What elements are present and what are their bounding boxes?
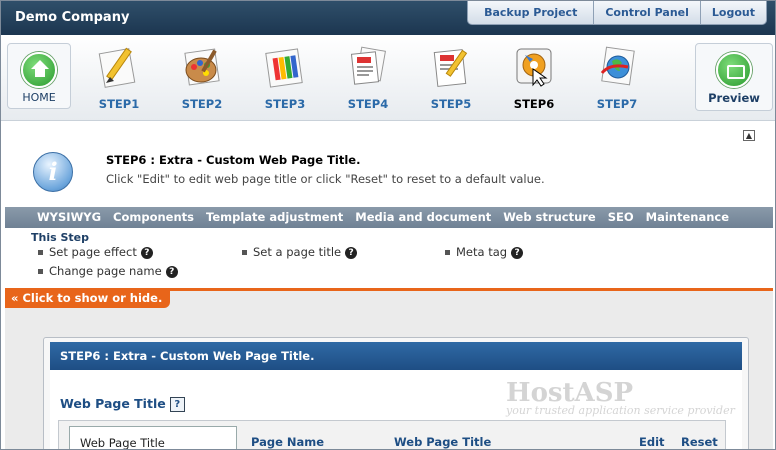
globe-arrow-icon xyxy=(594,43,640,89)
menu-web-structure[interactable]: Web structure xyxy=(497,207,601,228)
paint-palette-icon xyxy=(179,43,225,89)
control-panel-link[interactable]: Control Panel xyxy=(593,1,701,25)
app-window: Demo Company Backup Project Control Pane… xyxy=(0,0,776,450)
task-label: Meta tag xyxy=(456,245,508,259)
step4-label: STEP4 xyxy=(347,97,389,111)
pencil-paper-icon xyxy=(96,43,142,89)
menu-maintenance[interactable]: Maintenance xyxy=(640,207,735,228)
step1-button[interactable]: STEP1 xyxy=(81,41,157,111)
custom-title-panel: STEP6 : Extra - Custom Web Page Title. W… xyxy=(43,337,749,449)
task-set-page-title[interactable]: Set a page title? xyxy=(242,245,358,259)
panel-body: Web Page Title? HostASP your trusted app… xyxy=(50,370,742,449)
bullet-icon xyxy=(445,250,450,255)
task-label: Set page effect xyxy=(49,245,137,259)
logout-link[interactable]: Logout xyxy=(699,1,767,25)
step1-label: STEP1 xyxy=(98,97,140,111)
step-description: Click "Edit" to edit web page title or c… xyxy=(106,172,545,186)
step5-label: STEP5 xyxy=(430,97,472,111)
help-icon[interactable]: ? xyxy=(511,246,524,259)
help-icon[interactable]: ? xyxy=(140,246,153,259)
backup-project-link[interactable]: Backup Project xyxy=(467,1,595,25)
preview-button[interactable]: Preview xyxy=(695,43,773,111)
this-step-panel: This Step Set page effect? Set a page ti… xyxy=(5,228,773,288)
top-links: Backup Project Control Panel Logout xyxy=(467,1,767,25)
column-edit: Edit xyxy=(639,435,665,449)
title-table: Web Page Title Page Name Web Page Title … xyxy=(58,420,726,449)
step2-button[interactable]: STEP2 xyxy=(164,41,240,111)
puzzle-gear-icon xyxy=(511,43,557,89)
task-set-page-effect[interactable]: Set page effect? xyxy=(38,245,153,259)
watermark-tagline: your trusted application service provide… xyxy=(506,404,735,417)
task-label: Set a page title xyxy=(253,245,342,259)
task-label: Change page name xyxy=(49,264,162,278)
bullet-icon xyxy=(38,250,43,255)
step-navigation: HOME STEP1 STEP2 STEP3 STEP4 STEP5 STEP6… xyxy=(1,35,775,121)
home-label: HOME xyxy=(22,91,56,104)
step7-label: STEP7 xyxy=(596,97,638,111)
bullet-icon xyxy=(38,269,43,274)
this-step-title: This Step xyxy=(31,231,89,244)
home-icon xyxy=(21,52,57,88)
web-page-title-item[interactable]: Web Page Title xyxy=(69,426,237,449)
document-edit-icon xyxy=(428,43,474,89)
step-info: ▲ i STEP6 : Extra - Custom Web Page Titl… xyxy=(5,122,773,206)
step6-label: STEP6 xyxy=(513,97,555,111)
chevron-up-icon: « xyxy=(11,291,19,305)
step-title: STEP6 : Extra - Custom Web Page Title. xyxy=(106,153,361,167)
panel-header: STEP6 : Extra - Custom Web Page Title. xyxy=(50,342,742,370)
menu-media-and-document[interactable]: Media and document xyxy=(349,207,497,228)
menu-template-adjustment[interactable]: Template adjustment xyxy=(200,207,349,228)
help-icon[interactable]: ? xyxy=(345,246,358,259)
task-change-page-name[interactable]: Change page name? xyxy=(38,264,178,278)
menu-components[interactable]: Components xyxy=(107,207,200,228)
menu-wysiwyg[interactable]: WYSIWYG xyxy=(31,207,107,228)
info-icon: i xyxy=(33,152,73,192)
step3-button[interactable]: STEP3 xyxy=(247,41,323,111)
steps: STEP1 STEP2 STEP3 STEP4 STEP5 STEP6 STEP… xyxy=(81,41,671,119)
documents-icon xyxy=(345,43,391,89)
menu-seo[interactable]: SEO xyxy=(602,207,640,228)
step4-button[interactable]: STEP4 xyxy=(330,41,406,111)
task-meta-tag[interactable]: Meta tag? xyxy=(445,245,524,259)
content-area: STEP6 : Extra - Custom Web Page Title. W… xyxy=(5,291,773,449)
step7-button[interactable]: STEP7 xyxy=(579,41,655,111)
section-title-text: Web Page Title xyxy=(60,396,166,411)
bullet-icon xyxy=(242,250,247,255)
company-name: Demo Company xyxy=(15,10,130,25)
column-web-page-title: Web Page Title xyxy=(394,435,492,449)
step5-button[interactable]: STEP5 xyxy=(413,41,489,111)
help-icon[interactable]: ? xyxy=(169,397,185,412)
color-swatches-icon xyxy=(262,43,308,89)
show-hide-toggle[interactable]: « Click to show or hide. xyxy=(5,289,171,308)
column-reset: Reset xyxy=(681,435,718,449)
help-icon[interactable]: ? xyxy=(165,265,178,278)
step3-label: STEP3 xyxy=(264,97,306,111)
step6-button[interactable]: STEP6 xyxy=(496,41,572,111)
preview-label: Preview xyxy=(708,91,760,105)
toggle-label: Click to show or hide. xyxy=(22,291,163,305)
column-page-name: Page Name xyxy=(251,435,325,449)
collapse-icon[interactable]: ▲ xyxy=(743,130,755,141)
section-title: Web Page Title? xyxy=(60,396,185,412)
step2-label: STEP2 xyxy=(181,97,223,111)
top-bar: Demo Company Backup Project Control Pane… xyxy=(1,1,775,35)
home-button[interactable]: HOME xyxy=(7,43,71,109)
main-menu: WYSIWYG Components Template adjustment M… xyxy=(5,207,773,228)
hostasp-watermark: HostASP your trusted application service… xyxy=(506,378,735,417)
camera-icon xyxy=(716,52,752,88)
